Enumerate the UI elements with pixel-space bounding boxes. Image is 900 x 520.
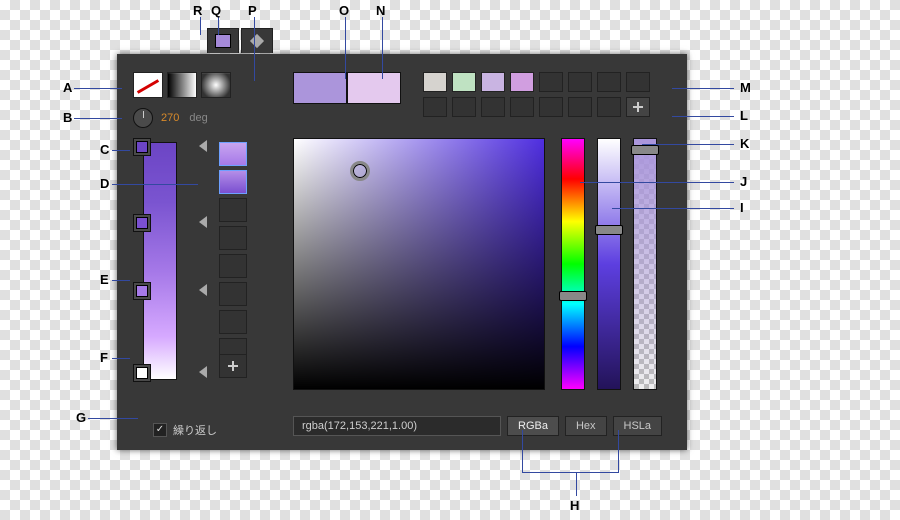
annotation-k: K bbox=[740, 136, 749, 151]
recent-swatch-empty[interactable] bbox=[481, 97, 505, 117]
color-field-cursor[interactable] bbox=[350, 161, 370, 181]
gradient-cursor-icon bbox=[199, 216, 207, 228]
alpha-slider[interactable] bbox=[633, 138, 657, 390]
hue-thumb[interactable] bbox=[559, 291, 587, 301]
recent-swatch-empty[interactable] bbox=[597, 72, 621, 92]
format-hex-button[interactable]: Hex bbox=[565, 416, 607, 436]
annotation-q: Q bbox=[211, 3, 221, 18]
add-swatch-button[interactable] bbox=[626, 97, 650, 117]
color-value-input[interactable] bbox=[293, 416, 501, 436]
right-column: RGBa Hex HSLa bbox=[293, 72, 677, 440]
preset-swatch[interactable] bbox=[219, 170, 247, 194]
annotation-r: R bbox=[193, 3, 202, 18]
recent-swatch-empty[interactable] bbox=[626, 72, 650, 92]
stop-color-icon bbox=[136, 367, 148, 379]
recent-swatch-empty[interactable] bbox=[539, 72, 563, 92]
annotation-h: H bbox=[570, 498, 579, 513]
diamond-icon bbox=[250, 34, 264, 48]
stop-color-icon bbox=[136, 217, 148, 229]
preset-swatch-empty[interactable] bbox=[219, 226, 247, 250]
preset-swatch-empty[interactable] bbox=[219, 198, 247, 222]
stop-color-icon bbox=[136, 285, 148, 297]
annotation-e: E bbox=[100, 272, 109, 287]
annotation-a: A bbox=[63, 80, 72, 95]
recent-swatch[interactable] bbox=[481, 72, 505, 92]
previous-color[interactable] bbox=[347, 72, 401, 104]
annotation-l: L bbox=[740, 108, 748, 123]
annotation-n: N bbox=[376, 3, 385, 18]
annotation-g: G bbox=[76, 410, 86, 425]
plus-icon bbox=[633, 102, 643, 112]
recent-swatch-empty[interactable] bbox=[539, 97, 563, 117]
repeat-row: ✓ 繰り返し bbox=[153, 422, 217, 438]
recent-swatch-empty[interactable] bbox=[597, 97, 621, 117]
gradient-stop[interactable] bbox=[133, 282, 151, 300]
angle-dial[interactable] bbox=[133, 108, 153, 128]
format-rgba-button[interactable]: RGBa bbox=[507, 416, 559, 436]
fill-swatch-icon bbox=[215, 34, 231, 48]
annotation-c: C bbox=[100, 142, 109, 157]
recent-swatch-empty[interactable] bbox=[452, 97, 476, 117]
gradient-stop[interactable] bbox=[133, 138, 151, 156]
repeat-label: 繰り返し bbox=[173, 422, 217, 438]
recent-swatch-empty[interactable] bbox=[423, 97, 447, 117]
saturation-thumb[interactable] bbox=[595, 225, 623, 235]
plus-icon bbox=[228, 361, 238, 371]
tab-stroke[interactable] bbox=[241, 28, 273, 53]
annotation-j: J bbox=[740, 174, 747, 189]
gradient-stop[interactable] bbox=[133, 364, 151, 382]
color-field[interactable] bbox=[293, 138, 545, 390]
angle-row: 270 deg bbox=[133, 108, 277, 128]
annotation-b: B bbox=[63, 110, 72, 125]
gradient-cursor-icon bbox=[199, 284, 207, 296]
saturation-slider[interactable] bbox=[597, 138, 621, 390]
preset-swatch-empty[interactable] bbox=[219, 310, 247, 334]
recent-swatch-empty[interactable] bbox=[568, 97, 592, 117]
annotation-p: P bbox=[248, 3, 257, 18]
fill-none-button[interactable] bbox=[133, 72, 163, 98]
fill-radial-button[interactable] bbox=[201, 72, 231, 98]
color-picker-panel: 270 deg bbox=[117, 54, 687, 450]
preset-swatch-empty[interactable] bbox=[219, 282, 247, 306]
gradient-stop[interactable] bbox=[133, 214, 151, 232]
recent-swatch-empty[interactable] bbox=[510, 97, 534, 117]
recent-swatch[interactable] bbox=[452, 72, 476, 92]
gradient-cursor-icon bbox=[199, 366, 207, 378]
fill-type-group bbox=[133, 72, 277, 98]
recent-swatches bbox=[423, 72, 650, 122]
angle-unit: deg bbox=[189, 112, 207, 124]
gradient-editor bbox=[135, 142, 195, 378]
preset-swatch[interactable] bbox=[219, 142, 247, 166]
annotation-f: F bbox=[100, 350, 108, 365]
tab-fill[interactable] bbox=[207, 28, 239, 53]
alpha-thumb[interactable] bbox=[631, 145, 659, 155]
repeat-checkbox[interactable]: ✓ bbox=[153, 423, 167, 437]
recent-swatch[interactable] bbox=[510, 72, 534, 92]
preset-swatch-column bbox=[219, 142, 247, 366]
annotation-m: M bbox=[740, 80, 751, 95]
preset-swatch-empty[interactable] bbox=[219, 254, 247, 278]
gradient-cursor-icon bbox=[199, 140, 207, 152]
annotation-o: O bbox=[339, 3, 349, 18]
value-row: RGBa Hex HSLa bbox=[293, 416, 677, 436]
angle-value[interactable]: 270 bbox=[161, 112, 179, 124]
left-column: 270 deg bbox=[127, 72, 277, 440]
stop-color-icon bbox=[136, 141, 148, 153]
gradient-strip[interactable] bbox=[143, 142, 177, 380]
format-hsla-button[interactable]: HSLa bbox=[613, 416, 663, 436]
add-preset-button[interactable] bbox=[219, 354, 247, 378]
recent-swatch-empty[interactable] bbox=[568, 72, 592, 92]
hue-slider[interactable] bbox=[561, 138, 585, 390]
annotation-d: D bbox=[100, 176, 109, 191]
recent-swatch[interactable] bbox=[423, 72, 447, 92]
current-color[interactable] bbox=[293, 72, 347, 104]
annotation-i: I bbox=[740, 200, 744, 215]
fill-linear-button[interactable] bbox=[167, 72, 197, 98]
